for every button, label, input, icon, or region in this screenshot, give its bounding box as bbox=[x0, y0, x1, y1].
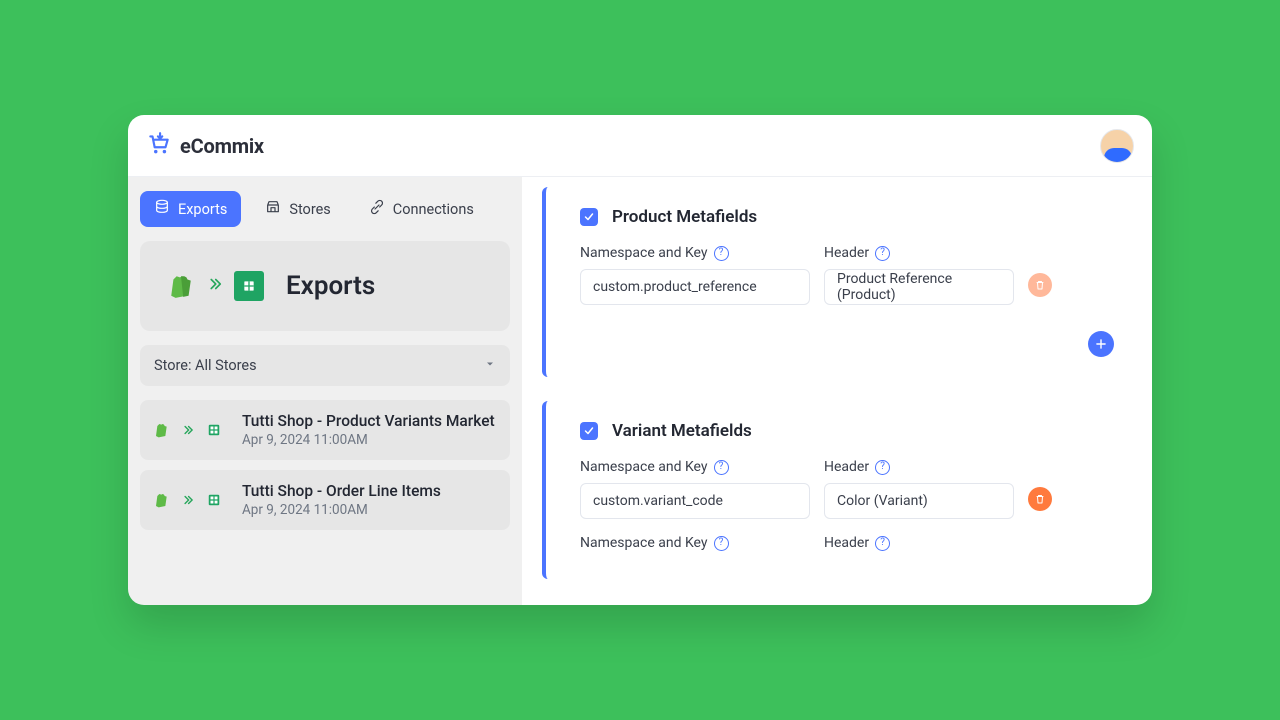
field-label: Header ? bbox=[824, 245, 1014, 261]
shopify-icon bbox=[154, 422, 170, 438]
add-row-button[interactable] bbox=[1088, 331, 1114, 357]
delete-row-button[interactable] bbox=[1028, 273, 1052, 297]
field-row: Namespace and Key ? custom.variant_code … bbox=[580, 459, 1116, 519]
help-icon[interactable]: ? bbox=[875, 460, 890, 475]
header-input[interactable]: Color (Variant) bbox=[824, 483, 1014, 519]
help-icon[interactable]: ? bbox=[714, 246, 729, 261]
export-title: Tutti Shop - Product Variants Market bbox=[242, 412, 495, 430]
sheets-icon bbox=[234, 271, 264, 301]
card-title: Product Metafields bbox=[612, 207, 757, 227]
field-row: Namespace and Key ? custom.product_refer… bbox=[580, 245, 1116, 305]
section-hero: Exports bbox=[140, 241, 510, 331]
plug-icon bbox=[369, 199, 385, 219]
sidebar: Exports Stores Connections bbox=[128, 177, 522, 605]
tab-label: Connections bbox=[393, 201, 474, 218]
tab-label: Exports bbox=[178, 201, 227, 218]
namespace-input[interactable]: custom.variant_code bbox=[580, 483, 810, 519]
help-icon[interactable]: ? bbox=[875, 246, 890, 261]
brand: eCommix bbox=[146, 131, 264, 161]
checkbox-product-metafields[interactable] bbox=[580, 208, 598, 226]
shopify-icon bbox=[166, 271, 196, 301]
check-icon bbox=[583, 211, 595, 223]
field-label: Namespace and Key ? bbox=[580, 535, 810, 551]
chevrons-right-icon bbox=[180, 422, 196, 438]
plus-icon bbox=[1094, 337, 1108, 351]
cart-download-icon bbox=[146, 131, 172, 161]
store-filter[interactable]: Store: All Stores bbox=[140, 345, 510, 386]
product-metafields-card: Product Metafields Namespace and Key ? c… bbox=[542, 187, 1138, 377]
checkbox-variant-metafields[interactable] bbox=[580, 422, 598, 440]
list-item[interactable]: Tutti Shop - Product Variants Market Apr… bbox=[140, 400, 510, 460]
list-item[interactable]: Tutti Shop - Order Line Items Apr 9, 202… bbox=[140, 470, 510, 530]
field-row: Namespace and Key ? Header ? bbox=[580, 535, 1116, 559]
filter-label: Store: All Stores bbox=[154, 357, 257, 374]
namespace-input[interactable]: custom.product_reference bbox=[580, 269, 810, 305]
card-title: Variant Metafields bbox=[612, 421, 752, 441]
hero-icons bbox=[166, 271, 264, 301]
shopify-icon bbox=[154, 492, 170, 508]
app-window: eCommix Exports Stores bbox=[128, 115, 1152, 605]
hero-title: Exports bbox=[286, 271, 375, 301]
field-label: Namespace and Key ? bbox=[580, 459, 810, 475]
help-icon[interactable]: ? bbox=[875, 536, 890, 551]
field-label: Header ? bbox=[824, 535, 1014, 551]
avatar[interactable] bbox=[1100, 129, 1134, 163]
store-icon bbox=[265, 199, 281, 219]
nav-tabs: Exports Stores Connections bbox=[140, 191, 510, 227]
header-input[interactable]: Product Reference (Product) bbox=[824, 269, 1014, 305]
help-icon[interactable]: ? bbox=[714, 460, 729, 475]
sheets-icon bbox=[206, 422, 222, 438]
export-title: Tutti Shop - Order Line Items bbox=[242, 482, 441, 500]
field-label: Namespace and Key ? bbox=[580, 245, 810, 261]
tab-stores[interactable]: Stores bbox=[251, 191, 344, 227]
export-date: Apr 9, 2024 11:00AM bbox=[242, 502, 441, 518]
field-label: Header ? bbox=[824, 459, 1014, 475]
help-icon[interactable]: ? bbox=[714, 536, 729, 551]
trash-icon bbox=[1034, 493, 1046, 505]
variant-metafields-card: Variant Metafields Namespace and Key ? c… bbox=[542, 401, 1138, 579]
chevrons-right-icon bbox=[180, 492, 196, 508]
tab-connections[interactable]: Connections bbox=[355, 191, 488, 227]
chevrons-right-icon bbox=[206, 275, 224, 297]
body: Exports Stores Connections bbox=[128, 177, 1152, 605]
main-panel: Product Metafields Namespace and Key ? c… bbox=[522, 177, 1152, 605]
trash-icon bbox=[1034, 279, 1046, 291]
tab-label: Stores bbox=[289, 201, 330, 218]
brand-name: eCommix bbox=[180, 134, 264, 158]
check-icon bbox=[583, 425, 595, 437]
export-list: Tutti Shop - Product Variants Market Apr… bbox=[140, 400, 510, 530]
database-icon bbox=[154, 199, 170, 219]
export-date: Apr 9, 2024 11:00AM bbox=[242, 432, 495, 448]
tab-exports[interactable]: Exports bbox=[140, 191, 241, 227]
sheets-icon bbox=[206, 492, 222, 508]
delete-row-button[interactable] bbox=[1028, 487, 1052, 511]
topbar: eCommix bbox=[128, 115, 1152, 177]
caret-down-icon bbox=[484, 357, 496, 374]
